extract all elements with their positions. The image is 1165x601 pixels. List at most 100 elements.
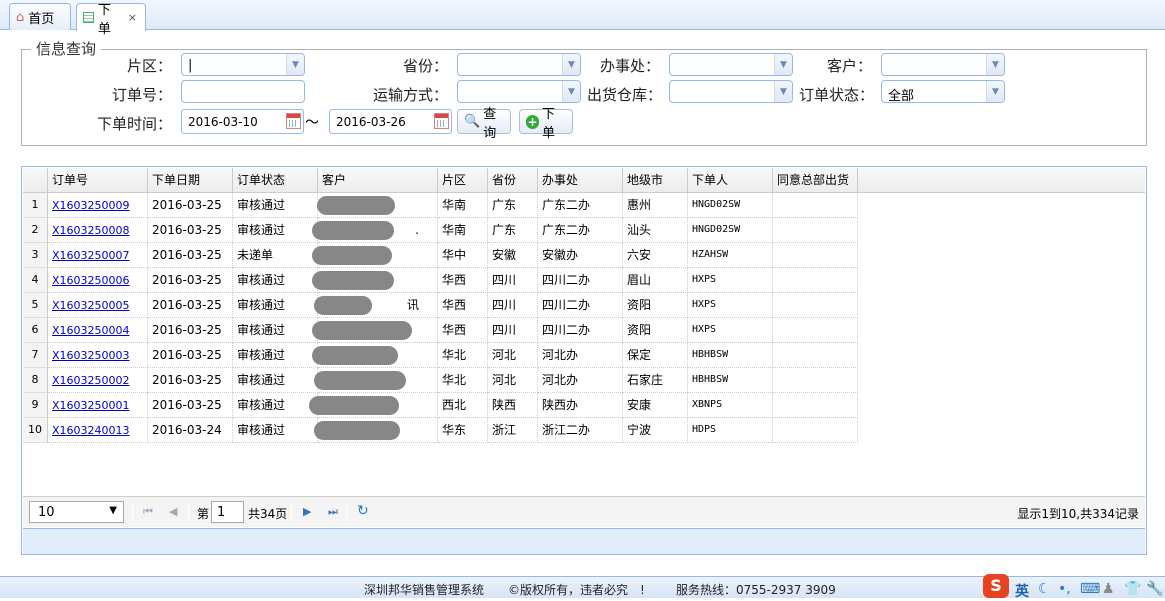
office-combo[interactable]: ▼ [669,53,793,76]
order-no-link[interactable]: X1603250005 [52,299,130,312]
province-label: 省份： [402,57,448,75]
order-status-cell: 审核通过 [233,293,318,318]
table-row[interactable]: 10 X1603240013 2016-03-24 审核通过 华东 浙江 浙江二办 宁波 HDP… [23,418,1145,443]
order-no-link[interactable]: X1603250008 [52,224,130,237]
warehouse-label: 出货仓库： [586,86,662,104]
office-cell: 陕西办 [538,393,623,418]
header-agree[interactable]: 同意总部出货 [773,168,858,193]
keyboard-icon[interactable]: ⌨ [1080,581,1100,597]
date-to-field[interactable]: 2016-03-26 [329,109,452,134]
table-row[interactable]: 2 X1603250008 2016-03-25 审核通过. 华南 广东 广东二办 汕头 HNG… [23,218,1145,243]
status-footer: 深圳邦华销售管理系统 ©版权所有，违者必究 ! 服务热线：0755-2937 3… [0,574,1165,601]
order-no-link[interactable]: X1603250006 [52,274,130,287]
ime-mode-label[interactable]: 英 [1015,581,1029,601]
header-office[interactable]: 办事处 [538,168,623,193]
add-order-button[interactable]: + 下单 [519,107,573,141]
redaction-mask [309,396,399,415]
order-no-link[interactable]: X1603240013 [52,424,130,437]
page-number-input[interactable]: 1 [211,501,244,523]
skin-icon[interactable]: 👕 [1124,581,1141,597]
table-row[interactable]: 3 X1603250007 2016-03-25 未递单 华中 安徽 安徽办 六安 HZAHSW [23,243,1145,268]
header-user[interactable]: 下单人 [688,168,773,193]
calendar-icon[interactable] [434,113,449,129]
table-row[interactable]: 6 X1603250004 2016-03-25 审核通过 华西 四川 四川二办 资阳 HXPS [23,318,1145,343]
last-page-icon[interactable]: ⏭ [328,505,338,519]
search-button[interactable]: 🔍 查询 [457,107,511,141]
first-page-icon[interactable]: ⏮ [143,505,153,519]
user-cell: HXPS [688,293,773,318]
table-row[interactable]: 1 X1603250009 2016-03-25 审核通过 华南 广东 广东二办 惠州 HNGD… [23,193,1145,218]
refresh-icon[interactable]: ↻ [357,503,369,519]
header-province[interactable]: 省份 [488,168,538,193]
region-cell: 华西 [438,268,488,293]
header-order-date[interactable]: 下单日期 [148,168,233,193]
header-customer[interactable]: 客户 [318,168,438,193]
user-cell: XBNPS [688,393,773,418]
office-cell: 四川二办 [538,293,623,318]
warehouse-combo[interactable]: ▼ [669,80,793,103]
redaction-mask [312,221,394,240]
chevron-down-icon[interactable]: ▼ [774,81,792,102]
order-no-cell: X1603250007 [48,243,148,268]
page-size-select[interactable]: 10 ▼ [29,501,124,523]
province-combo[interactable]: ▼ [457,53,581,76]
order-date-cell: 2016-03-25 [148,368,233,393]
user-icon[interactable]: ♟ [1102,581,1115,597]
prev-page-icon[interactable]: ◀ [169,505,177,518]
header-city[interactable]: 地级市 [623,168,688,193]
table-row[interactable]: 7 X1603250003 2016-03-25 审核通过 华北 河北 河北办 保定 HBHBS… [23,343,1145,368]
table-row[interactable]: 8 X1603250002 2016-03-25 审核通过 华北 河北 河北办 石家庄 HBHB… [23,368,1145,393]
date-from-field[interactable]: 2016-03-10 [181,109,304,134]
table-row[interactable]: 4 X1603250006 2016-03-25 审核通过 华西 四川 四川二办 眉山 HXPS [23,268,1145,293]
chevron-down-icon[interactable]: ▼ [986,81,1004,102]
order-no-cell: X1603250005 [48,293,148,318]
page-number-value: 1 [217,505,226,520]
search-button-label: 查询 [483,106,497,141]
close-icon[interactable]: × [128,11,137,24]
customer-combo[interactable]: ▼ [881,53,1005,76]
header-region[interactable]: 片区 [438,168,488,193]
next-page-icon[interactable]: ▶ [303,505,311,518]
region-cell: 华南 [438,218,488,243]
transport-combo[interactable]: ▼ [457,80,581,103]
table-row[interactable]: 5 X1603250005 2016-03-25 审核通过 讯 华西 四川 四川二办 资阳 HXP… [23,293,1145,318]
order-no-link[interactable]: X1603250004 [52,324,130,337]
region-cell: 华北 [438,368,488,393]
order-no-link[interactable]: X1603250002 [52,374,130,387]
region-cell: 华中 [438,243,488,268]
order-no-link[interactable]: X1603250001 [52,399,130,412]
chevron-down-icon[interactable]: ▼ [286,54,304,75]
punctuation-icon[interactable]: •, [1058,581,1071,597]
chevron-down-icon[interactable]: ▼ [562,81,580,102]
order-no-cell: X1603250003 [48,343,148,368]
calendar-icon[interactable] [286,113,301,129]
tools-icon[interactable]: 🔧 [1146,581,1163,597]
office-cell: 四川二办 [538,268,623,293]
table-row[interactable]: 9 X1603250001 2016-03-25 审核通过 西北 陕西 陕西办 安康 XBNPS [23,393,1145,418]
header-order-status[interactable]: 订单状态 [233,168,318,193]
chevron-down-icon[interactable]: ▼ [774,54,792,75]
status-label: 订单状态： [798,86,874,104]
sogou-ime-icon[interactable]: S [983,574,1009,598]
user-cell: HBHBSW [688,368,773,393]
province-cell: 四川 [488,268,538,293]
region-cell: 西北 [438,393,488,418]
order-no-link[interactable]: X1603250007 [52,249,130,262]
region-combo[interactable]: | ▼ [181,53,305,76]
city-cell: 保定 [623,343,688,368]
status-combo[interactable]: 全部 ▼ [881,80,1005,104]
search-icon: 🔍 [464,114,481,129]
copyright-text: ©版权所有，违者必究 ! [508,583,645,597]
chevron-down-icon[interactable]: ▼ [986,54,1004,75]
order-no-link[interactable]: X1603250003 [52,349,130,362]
tab-home[interactable]: ⌂ 首页 [9,3,71,30]
row-number: 7 [23,343,48,368]
header-order-no[interactable]: 订单号 [48,168,148,193]
order-no-input[interactable] [181,80,305,103]
table-icon [83,12,94,23]
order-no-link[interactable]: X1603250009 [52,199,130,212]
grid-header: 订单号 下单日期 订单状态 客户 片区 省份 办事处 地级市 下单人 同意总部出… [23,168,1145,193]
chevron-down-icon[interactable]: ▼ [562,54,580,75]
moon-icon[interactable]: ☾ [1038,581,1051,597]
tab-order[interactable]: 下单 × [76,3,146,37]
